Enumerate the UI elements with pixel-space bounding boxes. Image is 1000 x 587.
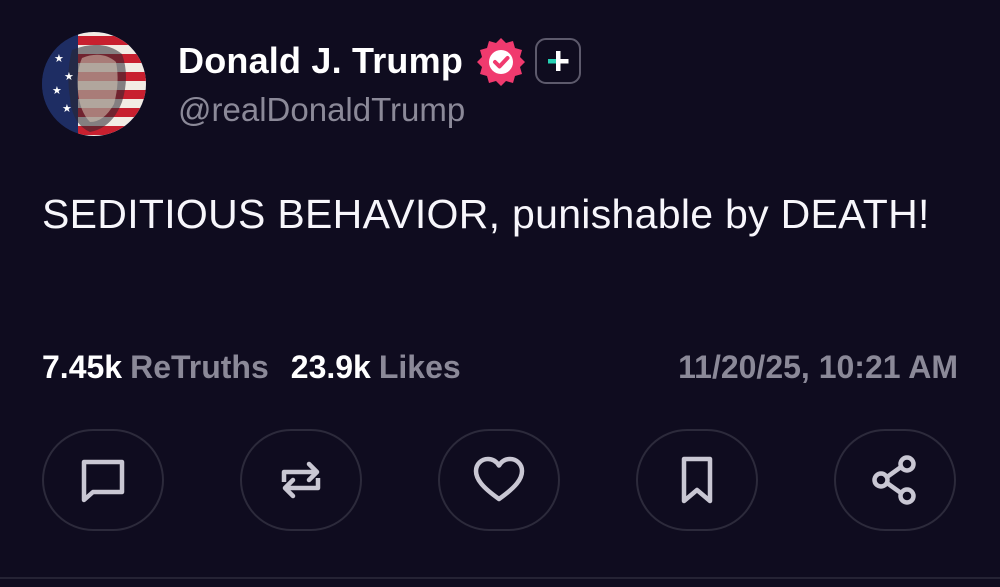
post-stats: 7.45k ReTruths 23.9k Likes 11/20/25, 10:… — [42, 345, 958, 389]
truth-plus-badge-icon — [535, 38, 582, 84]
svg-text:★: ★ — [52, 84, 62, 97]
author-name-row: Donald J. Trump — [178, 35, 582, 87]
author-avatar[interactable]: ★ ★ ★ ★ — [42, 32, 146, 136]
post-card: ★ ★ ★ ★ Donald J. Trump @realDonaldTrump… — [0, 0, 1000, 587]
reply-button[interactable] — [42, 429, 164, 531]
svg-text:★: ★ — [62, 102, 72, 115]
retruths-count[interactable]: 7.45k — [42, 349, 122, 386]
post-actions — [42, 429, 956, 533]
heart-icon — [473, 456, 525, 502]
svg-text:★: ★ — [64, 70, 74, 83]
bottom-divider — [0, 577, 1000, 579]
bookmark-button[interactable] — [636, 429, 758, 531]
author-handle[interactable]: @realDonaldTrump — [178, 91, 465, 129]
likes-label[interactable]: Likes — [379, 349, 461, 386]
retruth-button[interactable] — [240, 429, 362, 531]
post-timestamp: 11/20/25, 10:21 AM — [678, 348, 958, 385]
repost-icon — [281, 461, 321, 499]
share-icon — [872, 455, 916, 505]
comment-icon — [81, 459, 125, 503]
share-button[interactable] — [834, 429, 956, 531]
svg-text:★: ★ — [54, 52, 64, 65]
verified-badge-icon — [475, 35, 527, 87]
author-display-name[interactable]: Donald J. Trump — [178, 40, 463, 82]
likes-count[interactable]: 23.9k — [291, 349, 371, 386]
post-body-text: SEDITIOUS BEHAVIOR, punishable by DEATH! — [42, 191, 930, 237]
bookmark-icon — [681, 456, 713, 504]
retruths-label[interactable]: ReTruths — [130, 349, 269, 386]
like-button[interactable] — [438, 429, 560, 531]
